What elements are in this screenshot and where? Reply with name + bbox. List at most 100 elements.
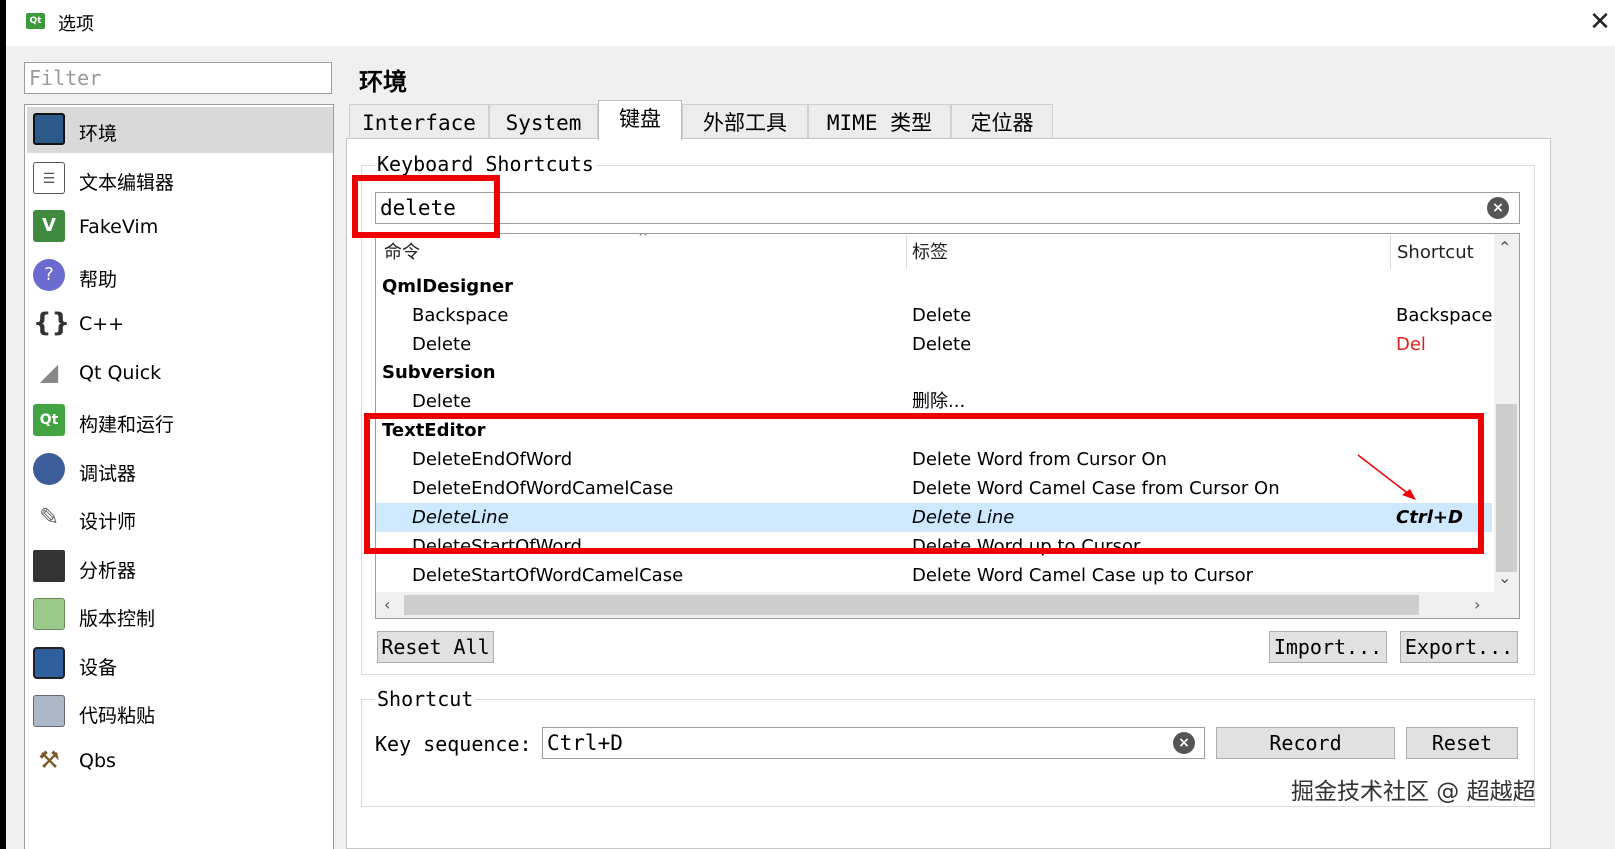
category-label: 分析器	[79, 560, 137, 582]
category-label: 帮助	[79, 269, 118, 291]
tab-external-tools[interactable]: 外部工具	[682, 104, 808, 138]
category-item-fakevim[interactable]: V FakeVim	[27, 204, 333, 250]
command-cell: DeleteStartOfWordCamelCase	[412, 565, 684, 586]
sort-ascending-icon: ^	[638, 233, 649, 244]
reset-button[interactable]: Reset	[1406, 727, 1518, 759]
shortcut-search-input[interactable]: delete	[375, 192, 1520, 224]
category-label: 版本控制	[79, 608, 156, 630]
annotation-arrow-icon	[1357, 454, 1416, 500]
category-item-build-run[interactable]: Qt 构建和运行	[27, 398, 333, 444]
category-item-qt-quick[interactable]: ◢ Qt Quick	[27, 350, 333, 396]
tree-row[interactable]: DeleteEndOfWord Delete Word from Cursor …	[376, 445, 1492, 474]
tree-row[interactable]: DeleteStartOfWordCamelCase Delete Word C…	[376, 561, 1492, 590]
command-cell: Subversion	[382, 362, 496, 383]
command-cell: QmlDesigner	[382, 276, 514, 297]
category-label: 设备	[79, 657, 118, 679]
shortcuts-tree: 命令 ^ 标签 Shortcut QmlDesigner Backspace D…	[375, 233, 1520, 619]
category-item-environment[interactable]: 环境	[27, 107, 333, 153]
category-item-code-paster[interactable]: 代码粘贴	[27, 689, 333, 735]
tree-group-row[interactable]: TextEditor	[376, 416, 1492, 445]
shortcut-cell-modified: Del	[1396, 334, 1426, 355]
import-button[interactable]: Import...	[1269, 631, 1387, 663]
tree-row[interactable]: DeleteEndOfWordCamelCase Delete Word Cam…	[376, 474, 1492, 503]
shortcut-group-title: Shortcut	[375, 687, 476, 711]
watermark: 掘金技术社区 @ 超越超	[1291, 779, 1536, 805]
tree-row[interactable]: Backspace Delete Backspace	[376, 301, 1493, 330]
scroll-left-icon[interactable]: ‹	[384, 595, 390, 615]
column-header-command[interactable]: 命令	[384, 234, 420, 271]
horizontal-scrollbar-thumb[interactable]	[404, 595, 1419, 615]
category-label: FakeVim	[79, 216, 159, 238]
column-divider	[1390, 236, 1391, 269]
tree-group-row[interactable]: QmlDesigner	[376, 272, 1492, 301]
category-label: 文本编辑器	[79, 172, 175, 194]
analyzer-icon	[33, 550, 65, 582]
close-icon[interactable]: ✕	[1584, 6, 1615, 38]
tab-locator[interactable]: 定位器	[951, 104, 1053, 138]
category-item-text-editor[interactable]: ☰ 文本编辑器	[27, 156, 333, 202]
command-cell: Delete	[412, 334, 472, 355]
category-label: C++	[79, 313, 125, 335]
label-cell: Delete	[912, 305, 972, 326]
window-title: 选项	[58, 14, 94, 35]
text-document-icon: ☰	[33, 162, 65, 194]
column-header-shortcut[interactable]: Shortcut	[1397, 234, 1474, 271]
label-cell: Delete Word from Cursor On	[912, 449, 1167, 470]
qt-creator-icon: Qt	[26, 13, 45, 29]
command-cell: DeleteLine	[412, 507, 509, 528]
category-item-debugger[interactable]: 调试器	[27, 447, 333, 493]
category-item-qbs[interactable]: ⚒ Qbs	[27, 738, 333, 784]
debugger-bug-icon	[33, 453, 65, 485]
key-sequence-value: Ctrl+D	[547, 731, 623, 755]
designer-icon: ✎	[38, 503, 60, 531]
label-cell: Delete	[912, 334, 972, 355]
tab-system[interactable]: System	[489, 104, 598, 138]
key-sequence-input[interactable]: Ctrl+D	[542, 727, 1205, 759]
keyboard-shortcuts-title: Keyboard Shortcuts	[375, 152, 596, 176]
category-list: 环境 ☰ 文本编辑器 V FakeVim ? 帮助 {} C++ ◢ Qt Qu…	[24, 104, 334, 849]
tab-interface[interactable]: Interface	[349, 104, 489, 138]
code-paste-icon	[33, 695, 65, 727]
command-cell: Backspace	[412, 305, 509, 326]
label-cell: Delete Word up to Cursor	[912, 536, 1141, 557]
clear-key-sequence-icon[interactable]: ×	[1173, 732, 1195, 754]
label-cell: Delete Word Camel Case from Cursor On	[912, 478, 1280, 499]
tree-row[interactable]: Delete Delete Del	[376, 330, 1492, 359]
reset-all-button[interactable]: Reset All	[377, 631, 494, 663]
column-divider	[906, 236, 907, 269]
tree-row[interactable]: DeleteStartOfWord Delete Word up to Curs…	[376, 532, 1492, 561]
category-item-version-control[interactable]: 版本控制	[27, 592, 333, 638]
monitor-icon	[33, 113, 65, 145]
category-item-analyzer[interactable]: 分析器	[27, 544, 333, 590]
category-label: Qt Quick	[79, 362, 162, 384]
filter-input[interactable]	[24, 62, 332, 94]
hammer-icon: ⚒	[38, 746, 60, 774]
tree-row-selected[interactable]: DeleteLine Delete Line Ctrl+D	[376, 503, 1492, 532]
tab-keyboard[interactable]: 键盘	[598, 100, 682, 140]
category-label: 代码粘贴	[79, 705, 156, 727]
command-cell: TextEditor	[382, 420, 486, 441]
export-button[interactable]: Export...	[1400, 631, 1518, 663]
tree-row[interactable]: Delete 删除...	[376, 387, 1492, 416]
qt-build-icon: Qt	[33, 404, 65, 436]
record-button[interactable]: Record	[1216, 727, 1395, 759]
search-value: delete	[380, 196, 456, 220]
label-cell: Delete Word Camel Case up to Cursor	[912, 565, 1254, 586]
help-icon: ?	[33, 259, 65, 291]
command-cell: DeleteEndOfWordCamelCase	[412, 478, 674, 499]
category-item-cpp[interactable]: {} C++	[27, 301, 333, 347]
scroll-up-icon[interactable]: ⌃	[1498, 238, 1511, 258]
scroll-down-icon[interactable]: ⌄	[1498, 568, 1511, 588]
category-item-help[interactable]: ? 帮助	[27, 253, 333, 299]
vertical-scrollbar-thumb[interactable]	[1496, 404, 1517, 572]
clear-search-icon[interactable]: ×	[1487, 197, 1509, 219]
device-icon	[33, 647, 65, 679]
category-item-designer[interactable]: ✎ 设计师	[27, 495, 333, 541]
category-item-devices[interactable]: 设备	[27, 641, 333, 687]
column-header-label[interactable]: 标签	[912, 234, 948, 271]
scroll-right-icon[interactable]: ›	[1474, 595, 1480, 615]
key-sequence-label: Key sequence:	[375, 732, 532, 756]
tree-group-row[interactable]: Subversion	[376, 358, 1492, 387]
vim-icon: V	[33, 210, 65, 242]
tab-mime-types[interactable]: MIME 类型	[808, 104, 951, 138]
